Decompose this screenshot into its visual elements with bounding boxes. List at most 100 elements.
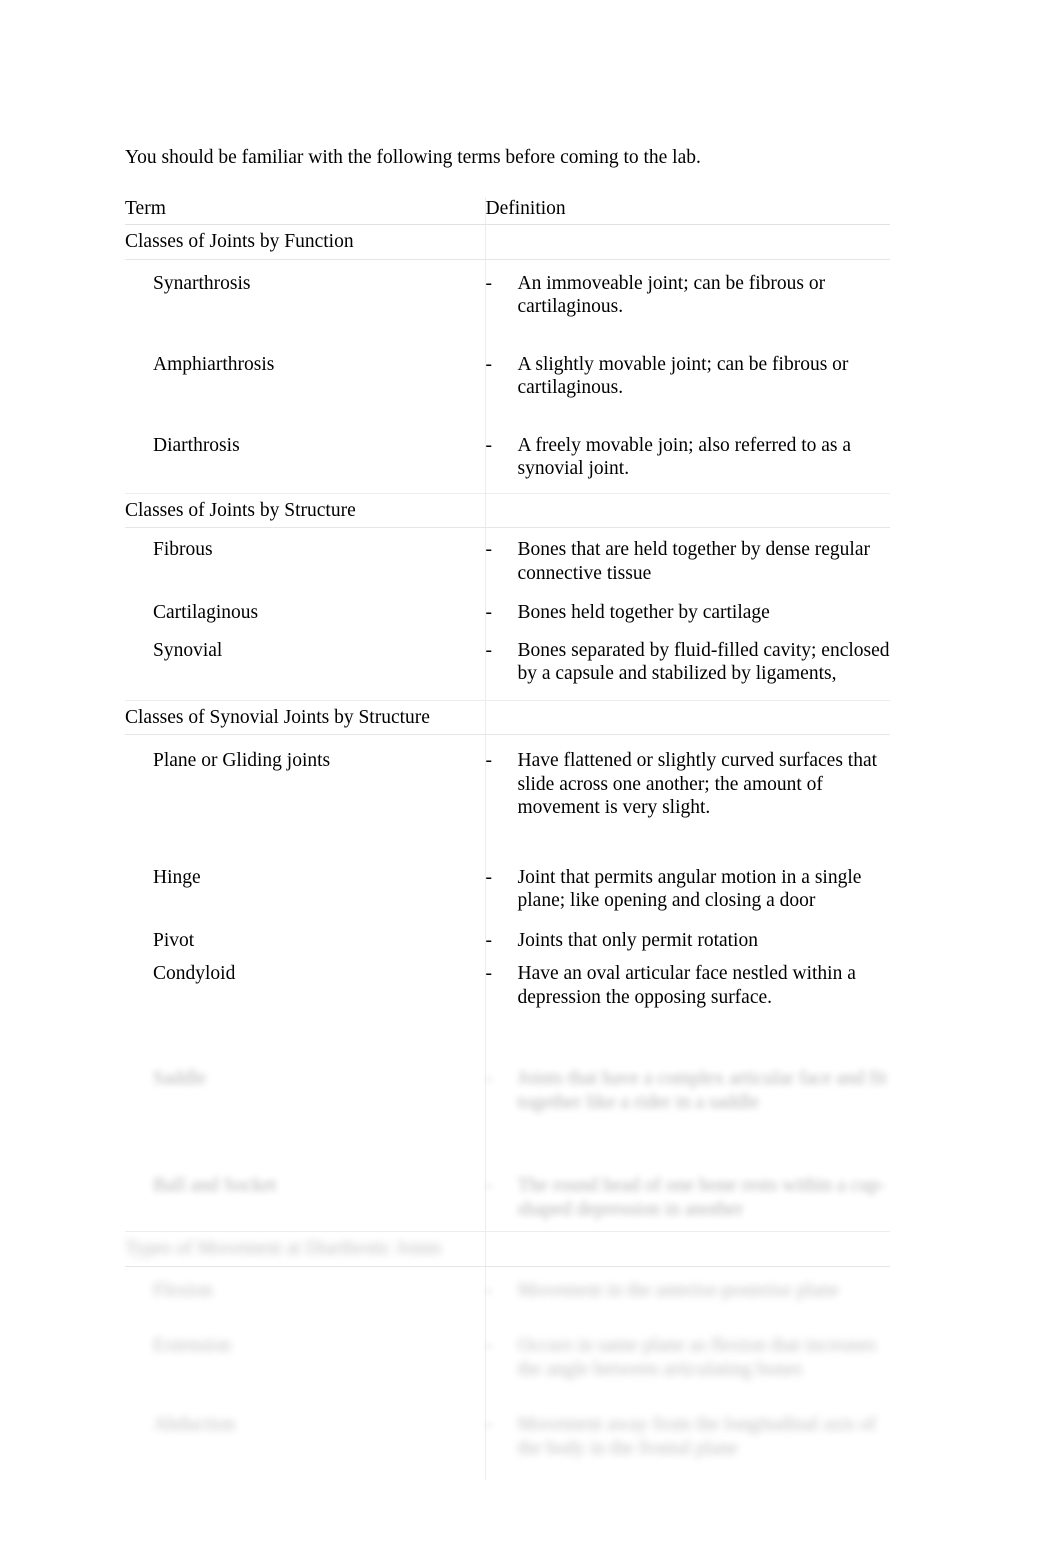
term-label: Saddle [125, 1033, 485, 1120]
list-item: - Joint that permits angular motion in a … [486, 840, 891, 921]
table-header-row: Term Definition [125, 197, 890, 226]
dash-bullet-icon: - [485, 539, 493, 561]
term-cell: Synovial [125, 630, 486, 701]
definition-list: - Occurs in same plane as flexion that in… [486, 1316, 891, 1395]
term-label: Fibrous [153, 539, 213, 561]
blurred-text: Movement in the anterior-posterior plane [517, 1279, 839, 1301]
definition-list: - Movement away from the longitudinal axi… [486, 1395, 891, 1480]
list-item: - Have an oval articular face nestled wit… [486, 956, 891, 1033]
section-header-definition-cell [485, 699, 890, 736]
term-cell: Fibrous [125, 527, 486, 592]
definition-list: - Movement in the anterior-posterior plan… [486, 1267, 891, 1316]
definition-text: Movement in the anterior-posterior plane [518, 1280, 839, 1301]
table-row: Pivot - Joints that only permit rotation [125, 920, 890, 957]
table-row: Cartilaginous - Bones held together by car… [125, 591, 890, 631]
term-label: Flexion [125, 1267, 485, 1316]
section-title: Classes of Synovial Joints by Structure [125, 706, 430, 728]
definition-list: - Bones held together by cartilage [486, 591, 891, 630]
dash-bullet-icon: - [485, 602, 493, 624]
definition-cell: - Joint that permits angular motion in a … [485, 840, 890, 921]
definition-text: The round head of one bone rests within … [518, 1175, 891, 1219]
dash-bullet-icon: - [485, 353, 493, 375]
definition-text: A slightly movable joint; can be fibrous… [517, 353, 849, 399]
term-label: Abduction [125, 1395, 485, 1456]
list-item: - Joints that only permit rotation [486, 921, 891, 956]
definition-list: - Have an oval articular face nestled wit… [486, 956, 891, 1033]
section-header-row: Classes of Synovial Joints by Structure [125, 699, 890, 736]
term-label: Pivot [153, 929, 195, 951]
term-label: Synovial [153, 639, 223, 661]
definition-cell: - A slightly movable joint; can be fibrou… [485, 333, 890, 414]
term-label: Extension [125, 1316, 485, 1371]
list-item: - A slightly movable joint; can be fibrou… [486, 333, 891, 414]
term-cell: Amphiarthrosis [125, 332, 486, 414]
terms-table: Term Definition Classes of Joints by Fun… [125, 197, 890, 1480]
definition-cell: - Bones that are held together by dense r… [485, 528, 890, 591]
definition-text: Bones held together by cartilage [517, 602, 770, 624]
term-cell: Synarthrosis [125, 259, 486, 333]
definition-cell: - The round head of one bone rests within… [485, 1144, 890, 1231]
section-header-definition-cell [485, 1231, 890, 1267]
term-label: Diarthrosis [153, 434, 240, 456]
definition-list: - Joint that permits angular motion in a … [486, 840, 891, 921]
dash-bullet-icon: - [485, 1175, 493, 1197]
header-cell-definition: Definition [485, 197, 890, 226]
table-row: Amphiarthrosis - A slightly movable joint;… [125, 332, 890, 414]
definition-cell: - Movement in the anterior-posterior plan… [485, 1266, 890, 1316]
definition-text: Occurs in same plane as flexion that inc… [518, 1335, 891, 1379]
table-row: Flexion - Movement in the anterior-posteri… [125, 1266, 890, 1317]
term-cell: Diarthrosis [125, 413, 486, 494]
term-label: Hinge [153, 866, 201, 888]
term-cell: Pivot [125, 920, 486, 957]
list-item: - Have flattened or slightly curved surfa… [486, 735, 891, 839]
terms-table-wrapper: Term Definition Classes of Joints by Fun… [125, 197, 890, 1480]
blurred-text: Types of Movement at Diarthrotic Joints [125, 1238, 442, 1260]
definition-cell: - A freely movable join; also referred to… [485, 414, 890, 493]
definition-text: Bones separated by fluid-filled cavity; … [517, 639, 890, 685]
list-item: - The round head of one bone rests within… [486, 1144, 891, 1231]
list-item: - Bones separated by fluid-filled cavity;… [486, 631, 891, 700]
definition-cell: - Have flattened or slightly curved surfa… [485, 735, 890, 840]
term-label: Amphiarthrosis [153, 353, 275, 375]
dash-bullet-icon: - [485, 434, 493, 456]
table-row: Hinge - Joint that permits angular motion … [125, 839, 890, 921]
section-header-definition-cell [485, 492, 890, 529]
definition-text: Have an oval articular face nestled with… [517, 963, 856, 1008]
definition-list: - The round head of one bone rests within… [486, 1144, 891, 1231]
term-cell: Flexion [125, 1266, 486, 1317]
section-header-cell: Classes of Synovial Joints by Structure [125, 699, 486, 736]
list-item: - Movement away from the longitudinal axi… [486, 1395, 891, 1480]
definition-cell: - Occurs in same plane as flexion that in… [485, 1316, 890, 1395]
section-title: Classes of Joints by Structure [125, 499, 356, 521]
definition-text: Joints that have a complex articular fac… [518, 1068, 891, 1112]
table-row: Abduction - Movement away from the longitu… [125, 1395, 890, 1480]
term-cell: Condyloid [125, 956, 486, 1034]
term-cell: Plane or Gliding joints [125, 734, 486, 840]
dash-bullet-icon: - [485, 1068, 493, 1090]
definition-text: Joints that only permit rotation [517, 929, 758, 951]
definition-cell: - Bones held together by cartilage [485, 591, 890, 630]
definition-cell: - Joints that only permit rotation [485, 921, 890, 956]
list-item: - Bones held together by cartilage [486, 591, 891, 630]
term-cell: Hinge [125, 839, 486, 921]
definition-list: - A freely movable join; also referred to… [486, 414, 891, 493]
section-title: Classes of Joints by Function [125, 231, 354, 253]
list-item: - Bones that are held together by dense r… [486, 528, 891, 591]
section-header-cell: Classes of Joints by Function [125, 224, 486, 260]
definition-cell: - Joints that have a complex articular fa… [485, 1033, 890, 1144]
term-label: Plane or Gliding joints [153, 750, 331, 772]
list-item: - A freely movable join; also referred to… [486, 414, 891, 493]
list-item: - Joints that have a complex articular fa… [486, 1033, 891, 1144]
blurred-text: Extension [153, 1335, 231, 1357]
column-header-definition: Definition [485, 198, 566, 219]
definition-cell: - Have an oval articular face nestled wit… [485, 956, 890, 1033]
blurred-text: Joints that have a complex articular fac… [517, 1068, 887, 1113]
term-label: Cartilaginous [153, 602, 259, 624]
column-header-term: Term [125, 198, 166, 219]
definition-text: A freely movable join; also referred to … [517, 434, 852, 480]
dash-bullet-icon: - [485, 1414, 493, 1436]
dash-bullet-icon: - [485, 639, 493, 661]
section-title: Types of Movement at Diarthrotic Joints [125, 1232, 485, 1265]
term-label: Condyloid [153, 963, 236, 985]
table-row: Diarthrosis - A freely movable join; also … [125, 413, 890, 494]
